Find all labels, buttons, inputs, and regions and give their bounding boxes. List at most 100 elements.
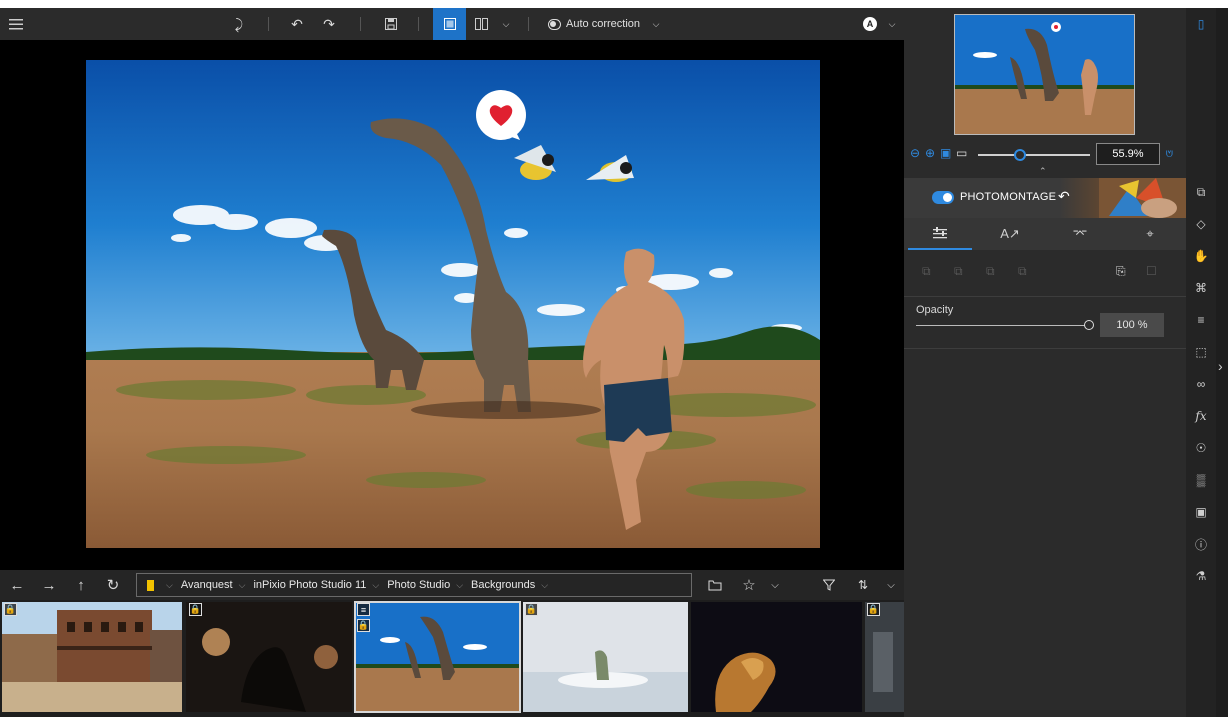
chevron-down-icon[interactable]: ⌵ bbox=[372, 580, 379, 591]
chevron-down-icon[interactable]: ⌵ bbox=[498, 8, 514, 40]
photomontage-banner: PHOTOMONTAGE ↶ bbox=[904, 178, 1186, 218]
layer-forward-icon[interactable]: ⧉ bbox=[954, 264, 963, 279]
duplicate-icon[interactable]: ⎘ bbox=[1116, 264, 1126, 279]
effects-fx-icon[interactable]: fx bbox=[1186, 406, 1216, 426]
opacity-value-field[interactable]: 100 % bbox=[1100, 313, 1164, 337]
auto-correction-toggle[interactable]: Auto correction bbox=[548, 8, 640, 40]
thumbnail-lion[interactable] bbox=[691, 602, 862, 712]
adjust-sliders-icon[interactable]: ≡ bbox=[1186, 310, 1216, 330]
toolbar-separator bbox=[268, 17, 269, 31]
actual-size-icon[interactable]: ▭ bbox=[956, 146, 967, 160]
chevron-down-icon[interactable]: ⌵ bbox=[882, 570, 900, 600]
frame-icon[interactable]: ▣ bbox=[1186, 502, 1216, 522]
photo-editor-window: ⤸ ↶ ↷ ⌵ Auto correction ⌵ A ⌵ ← → ↑ ↻ ⌵ … bbox=[0, 8, 1228, 717]
tab-adjustments[interactable] bbox=[908, 218, 972, 250]
color-icon[interactable]: ☉ bbox=[1186, 438, 1216, 458]
forward-arrow-icon[interactable]: → bbox=[38, 570, 60, 600]
hamburger-menu-icon[interactable] bbox=[4, 8, 28, 40]
thumbnail-rock[interactable]: 🔒 bbox=[865, 602, 904, 712]
save-icon[interactable] bbox=[380, 8, 402, 40]
chevron-up-icon[interactable]: ⌃ bbox=[1039, 166, 1047, 177]
folder-navigation-bar: ← → ↑ ↻ ⌵ Avanquest ⌵ inPixio Photo Stud… bbox=[0, 570, 904, 600]
zoom-slider-handle[interactable] bbox=[1014, 149, 1026, 161]
layer-tools: ⧉ ⧉ ⧉ ⧉ ⎘ ☐ bbox=[904, 252, 1186, 292]
texture-icon[interactable]: ▒ bbox=[1186, 470, 1216, 490]
red-eye-icon[interactable]: ∞ bbox=[1186, 374, 1216, 394]
selection-icon[interactable]: ⬚ bbox=[1186, 342, 1216, 362]
fit-screen-icon[interactable]: ▣ bbox=[940, 146, 951, 160]
open-folder-icon[interactable] bbox=[704, 570, 726, 600]
opacity-slider[interactable] bbox=[916, 325, 1088, 326]
breadcrumb-item[interactable]: Photo Studio bbox=[387, 579, 450, 591]
chevron-down-icon[interactable]: ⌵ bbox=[541, 580, 548, 591]
sort-icon[interactable]: ⇅ bbox=[852, 570, 874, 600]
lock-icon: 🔒 bbox=[867, 603, 880, 616]
delete-layer-icon[interactable]: ☐ bbox=[1146, 264, 1157, 278]
eraser-icon[interactable]: ◇ bbox=[1186, 214, 1216, 234]
zoom-slider[interactable] bbox=[978, 154, 1090, 156]
tool-sidebar: ▯ ⧉ ◇ ✋ ⌘ ≡ ⬚ ∞ fx ☉ ▒ ▣ ⓘ ⚗ bbox=[1186, 8, 1216, 717]
navigator-preview[interactable] bbox=[954, 14, 1135, 135]
lock-icon: 🔒 bbox=[189, 603, 202, 616]
opacity-slider-handle[interactable] bbox=[1084, 320, 1094, 330]
reset-icon[interactable]: ↶ bbox=[1058, 188, 1070, 205]
retouch-icon[interactable]: ✋ bbox=[1186, 246, 1216, 266]
breadcrumb-item[interactable]: Backgrounds bbox=[471, 579, 535, 591]
tab-fill[interactable]: ⌖ bbox=[1118, 218, 1182, 250]
redo-icon[interactable]: ↷ bbox=[318, 8, 340, 40]
breadcrumb[interactable]: ⌵ Avanquest ⌵ inPixio Photo Studio 11 ⌵ … bbox=[136, 573, 692, 597]
toolbar-separator bbox=[528, 17, 529, 31]
image-canvas[interactable] bbox=[0, 40, 904, 570]
photomontage-toggle[interactable] bbox=[932, 191, 954, 204]
chevron-down-icon[interactable]: ⌵ bbox=[766, 570, 784, 600]
undo-all-icon[interactable]: ⤸ bbox=[228, 8, 250, 40]
zoom-controls: ⊖ ⊕ ▣ ▭ 55.9% ⩅ bbox=[904, 140, 1186, 168]
tab-stamp[interactable]: ⌤ bbox=[1048, 218, 1112, 250]
histogram-icon[interactable]: ⩅ bbox=[1166, 146, 1173, 161]
breadcrumb-item[interactable]: Avanquest bbox=[181, 579, 233, 591]
zoom-in-icon[interactable]: ⊕ bbox=[925, 146, 935, 160]
edited-photo[interactable] bbox=[86, 60, 820, 548]
chevron-down-icon[interactable]: ⌵ bbox=[166, 580, 173, 591]
undo-icon[interactable]: ↶ bbox=[286, 8, 308, 40]
breadcrumb-item[interactable]: inPixio Photo Studio 11 bbox=[253, 579, 366, 591]
back-arrow-icon[interactable]: ← bbox=[6, 570, 28, 600]
favorites-star-icon[interactable]: ☆ bbox=[738, 570, 760, 600]
photomontage-tool-icon[interactable]: ⧉ bbox=[1186, 182, 1216, 202]
avatar: A bbox=[863, 17, 877, 31]
filter-icon[interactable] bbox=[818, 570, 840, 600]
opacity-label: Opacity bbox=[916, 304, 954, 316]
info-icon[interactable]: ⓘ bbox=[1186, 534, 1216, 554]
thumbnail-dinosaur-field[interactable]: ≡ 🔒 bbox=[354, 601, 521, 713]
thumbnail-dark-concert[interactable]: 🔒 bbox=[186, 602, 352, 712]
chevron-down-icon[interactable]: ⌵ bbox=[239, 580, 246, 591]
chevron-down-icon[interactable]: ⌵ bbox=[648, 8, 664, 40]
zoom-out-icon[interactable]: ⊖ bbox=[910, 146, 920, 160]
chevron-right-icon[interactable]: › bbox=[1218, 358, 1223, 374]
layer-back-icon[interactable]: ⧉ bbox=[1018, 264, 1027, 279]
zoom-value-field[interactable]: 55.9% bbox=[1096, 143, 1160, 165]
toggle-icon bbox=[548, 18, 562, 30]
chevron-down-icon[interactable]: ⌵ bbox=[884, 8, 900, 40]
folder-flag-icon bbox=[147, 579, 154, 591]
toolbar-separator bbox=[418, 17, 419, 31]
top-toolbar: ⤸ ↶ ↷ ⌵ Auto correction ⌵ A ⌵ bbox=[0, 8, 904, 40]
lock-icon: 🔒 bbox=[4, 603, 17, 616]
thumbnail-western-town[interactable]: 🔒 bbox=[2, 602, 182, 712]
thumbnail-strip: 🔒 🔒 ≡ 🔒 🔒 🔒 bbox=[0, 600, 904, 717]
chevron-down-icon[interactable]: ⌵ bbox=[456, 580, 463, 591]
account-avatar[interactable]: A bbox=[860, 8, 880, 40]
export-icon[interactable]: ⚗ bbox=[1186, 566, 1216, 586]
panel-tabs: A↗ ⌤ ⌖ bbox=[904, 218, 1186, 250]
refresh-icon[interactable]: ↻ bbox=[102, 570, 124, 600]
thumbnail-beach-runner[interactable]: 🔒 bbox=[523, 602, 688, 712]
up-arrow-icon[interactable]: ↑ bbox=[70, 570, 92, 600]
layer-backward-icon[interactable]: ⧉ bbox=[986, 264, 995, 279]
library-icon[interactable]: ▯ bbox=[1186, 14, 1216, 34]
crop-icon[interactable]: ⌘ bbox=[1186, 278, 1216, 298]
tab-text[interactable]: A↗ bbox=[978, 218, 1042, 250]
layer-front-icon[interactable]: ⧉ bbox=[922, 264, 931, 279]
divider bbox=[904, 348, 1186, 349]
single-view-button[interactable] bbox=[433, 8, 466, 40]
compare-view-icon[interactable] bbox=[470, 8, 492, 40]
